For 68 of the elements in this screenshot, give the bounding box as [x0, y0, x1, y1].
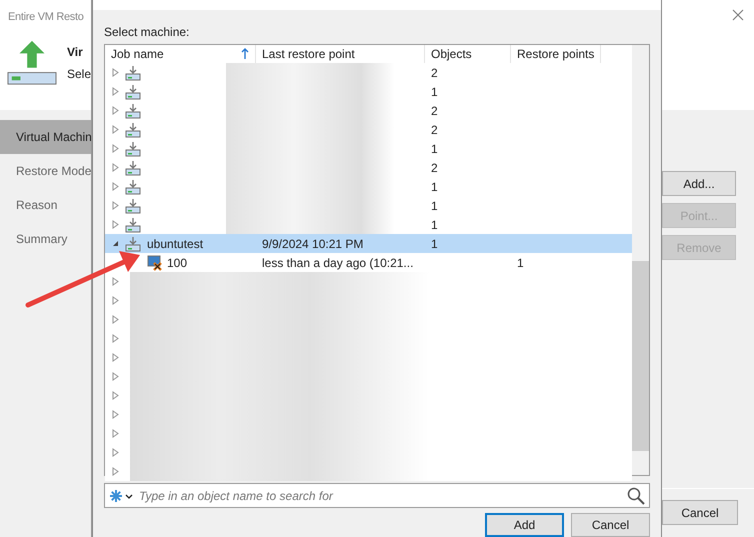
expand-arrow-icon[interactable] — [112, 353, 119, 362]
wizard-step[interactable]: Summary — [0, 222, 91, 256]
object-count: 1 — [431, 236, 438, 250]
asterisk-dropdown-icon[interactable] — [109, 488, 135, 502]
vm-job-icon — [125, 122, 141, 138]
search-icon[interactable] — [627, 486, 645, 504]
expand-arrow-icon[interactable] — [112, 296, 119, 305]
cancel-button[interactable]: Cancel — [662, 500, 738, 525]
restore-point-count: 1 — [517, 256, 524, 270]
last-restore-point: 9/9/2024 10:21 PM — [262, 236, 364, 250]
vm-job-icon — [125, 198, 141, 214]
object-count: 2 — [431, 122, 438, 136]
window-title: Entire VM Resto — [7, 10, 85, 25]
dialog-button[interactable]: Cancel — [571, 513, 650, 537]
scrollbar-thumb[interactable] — [632, 260, 649, 450]
expand-arrow-icon[interactable] — [112, 201, 119, 210]
vm-job-icon — [125, 236, 141, 252]
object-count: 2 — [431, 66, 438, 80]
expand-arrow-icon[interactable] — [112, 391, 119, 400]
vm-job-icon — [125, 140, 141, 156]
last-restore-point: less than a day ago (10:21... — [262, 256, 414, 270]
expand-arrow-icon[interactable] — [112, 410, 119, 419]
search-field[interactable]: Type in an object name to search for — [104, 483, 650, 508]
expand-arrow-icon[interactable] — [112, 106, 119, 115]
tree-row[interactable]: ubuntutest 9/9/2024 10:21 PM 1 — [105, 234, 632, 253]
close-icon[interactable] — [732, 9, 744, 21]
object-count: 2 — [431, 160, 438, 174]
expand-arrow-icon[interactable] — [112, 467, 119, 476]
search-input[interactable]: Type in an object name to search for — [139, 486, 623, 504]
wizard-step[interactable]: Restore Mode — [0, 154, 91, 188]
vm-job-icon — [125, 64, 141, 80]
sort-up-arrow-icon — [241, 48, 249, 60]
scrollbar[interactable] — [632, 45, 649, 475]
object-count: 1 — [431, 180, 438, 194]
object-count: 1 — [431, 218, 438, 232]
expand-arrow-icon[interactable] — [112, 163, 119, 172]
expand-arrow-icon[interactable] — [112, 220, 119, 229]
select-machine-label: Select machine: — [103, 24, 190, 41]
job-name: ubuntutest — [147, 236, 204, 252]
expand-arrow-icon[interactable] — [112, 315, 119, 324]
step-subtitle: Sele — [66, 66, 91, 82]
vm-job-icon — [125, 84, 141, 100]
step-title: Vir — [66, 44, 84, 60]
vm-job-icon — [125, 178, 141, 194]
object-count: 1 — [431, 198, 438, 212]
vm-error-icon — [147, 254, 163, 270]
expand-arrow-icon[interactable] — [112, 144, 119, 153]
expand-arrow-icon[interactable] — [112, 125, 119, 134]
expand-arrow-icon[interactable] — [112, 182, 119, 191]
wizard-step[interactable]: Reason — [0, 188, 91, 222]
vm-name: 100 — [167, 254, 188, 272]
expand-arrow-icon[interactable] — [112, 372, 119, 381]
expand-arrow-icon[interactable] — [112, 87, 119, 96]
vm-job-icon — [125, 160, 141, 176]
vm-job-icon — [125, 102, 141, 118]
expand-arrow-icon[interactable] — [112, 429, 119, 438]
expand-arrow-icon[interactable] — [112, 277, 119, 286]
collapse-arrow-icon[interactable] — [112, 240, 119, 247]
vm-job-icon — [125, 216, 141, 232]
side-button[interactable]: Add... — [662, 171, 736, 196]
dialog-button[interactable]: Add — [485, 513, 564, 537]
expand-arrow-icon[interactable] — [112, 334, 119, 343]
object-count: 2 — [431, 104, 438, 118]
object-count: 1 — [431, 84, 438, 98]
expand-arrow-icon[interactable] — [112, 448, 119, 457]
expand-arrow-icon[interactable] — [112, 68, 119, 77]
wizard-step[interactable]: Virtual Machin — [0, 120, 91, 154]
object-count: 1 — [431, 142, 438, 156]
